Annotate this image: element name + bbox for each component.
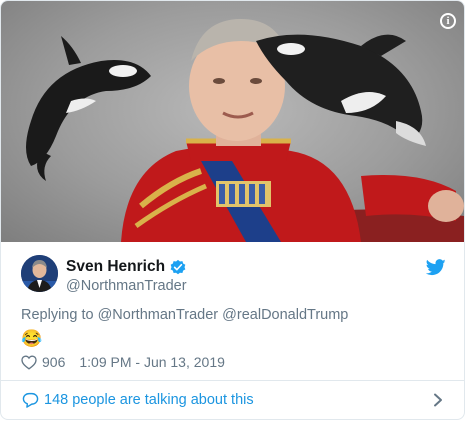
heart-icon[interactable]	[21, 354, 37, 370]
reply-mention-1[interactable]: @NorthmanTrader	[98, 307, 219, 323]
chevron-right-icon[interactable]	[433, 393, 443, 407]
media-illustration	[26, 19, 464, 242]
display-name[interactable]: Sven Henrich	[66, 258, 165, 276]
tweet-media-image[interactable]: i	[1, 1, 464, 242]
twitter-bird-icon[interactable]	[426, 259, 446, 276]
conversation-label[interactable]: 148 people are talking about this	[44, 392, 254, 408]
display-name-line: Sven Henrich	[66, 258, 187, 276]
conversation-link[interactable]: 148 people are talking about this	[1, 381, 464, 419]
reply-line: Replying to @NorthmanTrader @realDonaldT…	[21, 307, 348, 323]
info-glyph: i	[446, 14, 450, 27]
verified-badge-icon	[170, 259, 186, 275]
tweet-body: Sven Henrich @NorthmanTrader Replying to…	[21, 255, 446, 370]
author-names: Sven Henrich @NorthmanTrader	[66, 258, 187, 294]
tweet-text: 😂	[21, 329, 43, 348]
avatar-image	[21, 255, 58, 292]
comment-icon	[22, 392, 39, 408]
avatar[interactable]	[21, 255, 58, 292]
reply-mention-2[interactable]: @realDonaldTrump	[222, 307, 348, 323]
handle[interactable]: @NorthmanTrader	[66, 278, 187, 294]
tweet-card: i Sven Henrich @NorthmanTrader Replying …	[0, 0, 465, 420]
tweet-meta: 906 1:09 PM - Jun 13, 2019	[21, 354, 225, 370]
info-icon[interactable]: i	[440, 13, 456, 29]
timestamp[interactable]: 1:09 PM - Jun 13, 2019	[79, 354, 225, 370]
reply-prefix: Replying to	[21, 307, 94, 323]
author-row[interactable]: Sven Henrich @NorthmanTrader	[21, 255, 446, 295]
like-count[interactable]: 906	[42, 354, 65, 370]
